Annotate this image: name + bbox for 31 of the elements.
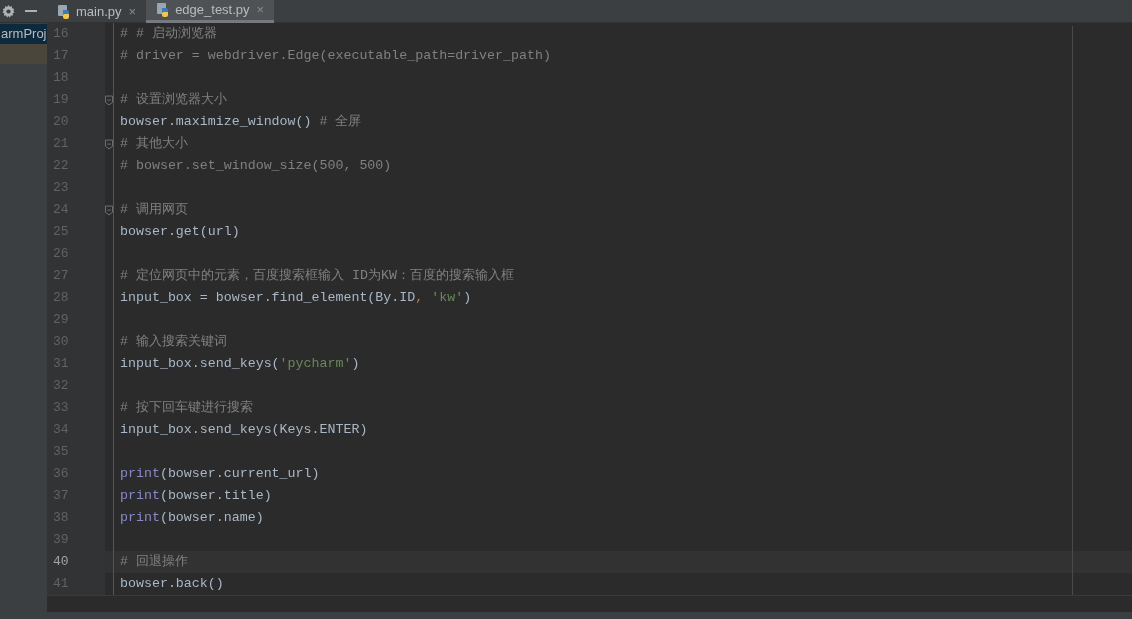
code-line: # 输入搜索关键词 — [120, 333, 227, 352]
close-icon[interactable]: × — [128, 1, 137, 22]
python-file-icon — [57, 4, 71, 19]
python-file-icon — [156, 3, 171, 17]
fold-marker-icon[interactable] — [105, 204, 113, 216]
code-line: bowser.get(url) — [120, 223, 240, 242]
project-tree-row[interactable]: armProj — [0, 24, 47, 44]
code-line: bowser.back() — [120, 575, 224, 594]
code-line: # 按下回车键进行搜索 — [120, 399, 253, 418]
code-line: input_box = bowser.find_element(By.ID, 'kw') — [120, 289, 472, 308]
editor-tab[interactable]: main.py × — [47, 0, 147, 23]
code-line: print(bowser.current_url) — [120, 465, 320, 484]
code-line: print(bowser.name) — [120, 509, 264, 528]
fold-marker-icon[interactable] — [105, 138, 113, 150]
code-line: # 调用网页 — [120, 201, 188, 220]
code-line: # driver = webdriver.Edge(executable_path=driver_path) — [120, 47, 551, 66]
code-line: input_box.send_keys('pycharm') — [120, 355, 360, 374]
close-icon[interactable]: × — [256, 0, 265, 20]
code-line: # # 启动浏览器 — [120, 25, 217, 44]
editor-tab[interactable]: edge_test.py × — [146, 0, 275, 23]
code-line: input_box.send_keys(Keys.ENTER) — [120, 421, 368, 440]
code-line: bowser.maximize_window() # 全屏 — [120, 113, 362, 132]
code-line: # 其他大小 — [120, 135, 188, 154]
code-line: print(bowser.title) — [120, 487, 272, 506]
code-line: # bowser.set_window_size(500, 500) — [120, 157, 392, 176]
code-line: # 回退操作 — [120, 553, 188, 572]
line-number: 40 — [53, 553, 69, 572]
settings-icon[interactable] — [2, 4, 15, 18]
fold-marker-icon[interactable] — [105, 94, 113, 106]
code-line: # 设置浏览器大小 — [120, 91, 227, 110]
code-line: # 定位网页中的元素，百度搜索框输入 ID为KW：百度的搜索输入框 — [120, 267, 514, 286]
